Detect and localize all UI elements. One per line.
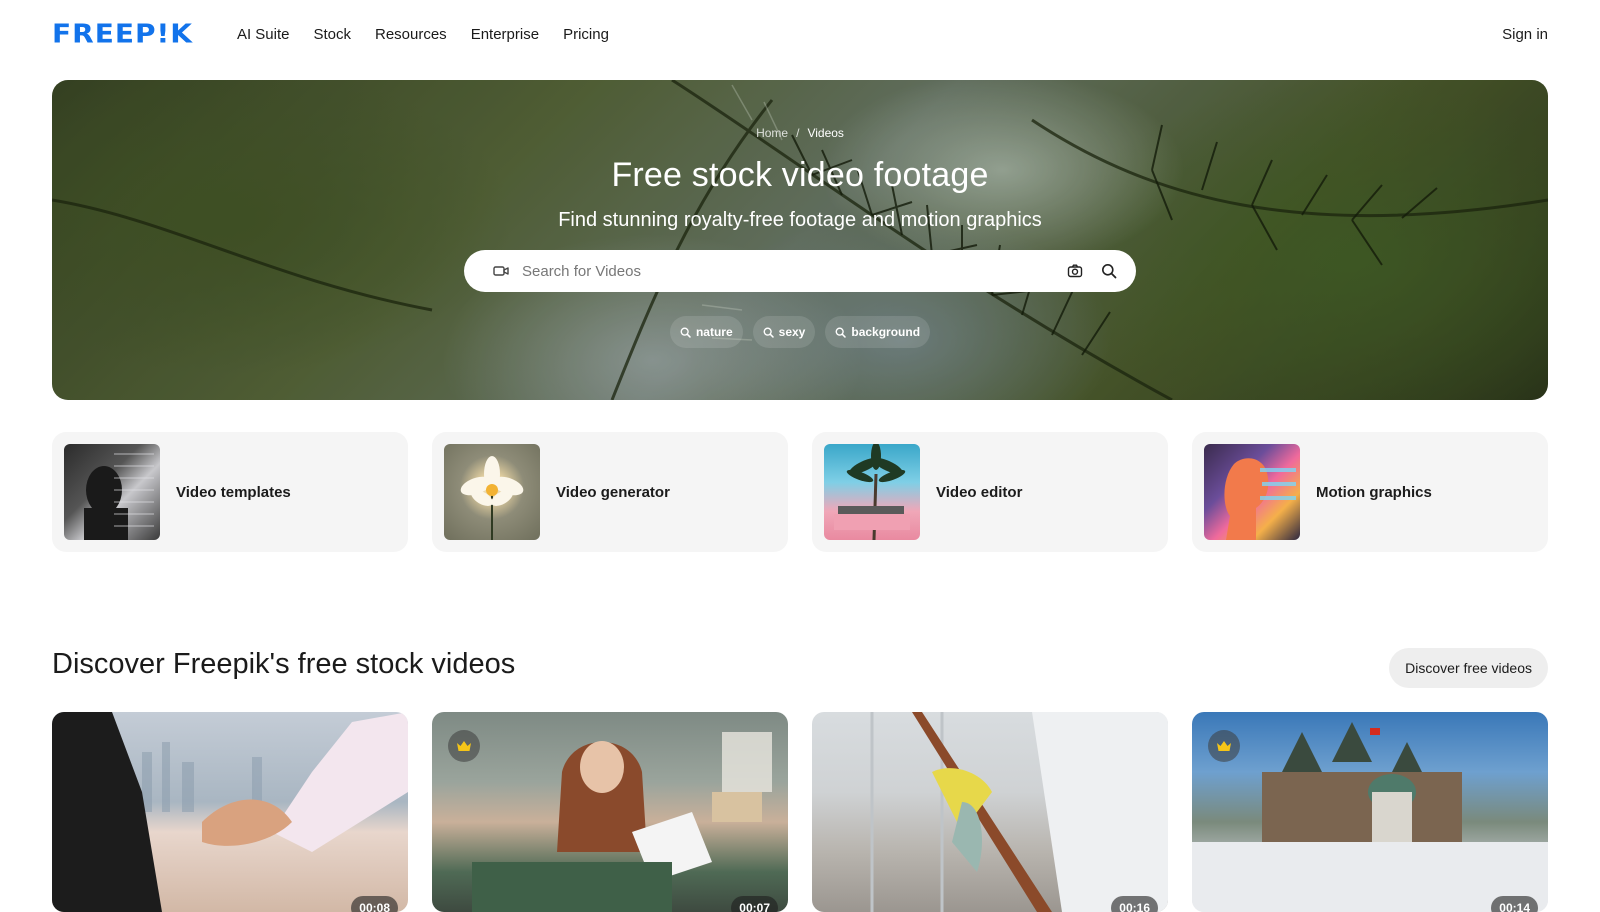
tag-background[interactable]: background <box>825 316 931 348</box>
video-card[interactable]: 00:14 <box>1192 712 1548 912</box>
tag-nature[interactable]: nature <box>669 316 743 348</box>
tag-label: sexy <box>778 325 806 339</box>
tool-card-video-generator[interactable]: Video generator <box>432 432 788 552</box>
search-icon[interactable] <box>1100 262 1118 280</box>
popular-tags: nature sexy background <box>669 316 931 348</box>
video-thumbnail-chateau <box>1192 722 1548 912</box>
video-tools: Video templates Video generator Video ed… <box>52 432 1548 552</box>
tool-label: Video generator <box>556 483 670 501</box>
video-editor-thumbnail <box>824 444 920 540</box>
tool-label: Video editor <box>936 483 1023 501</box>
discover-free-videos-button[interactable]: Discover free videos <box>1389 648 1548 688</box>
motion-graphics-thumbnail <box>1204 444 1300 540</box>
video-card[interactable]: 00:08 <box>52 712 408 912</box>
page-title: Free stock video footage <box>611 156 989 194</box>
camera-icon[interactable] <box>1066 262 1084 280</box>
video-templates-thumbnail <box>64 444 160 540</box>
crown-icon <box>457 741 471 751</box>
search-icon <box>763 327 774 338</box>
video-grid: 00:08 00:07 00:16 00:14 <box>52 712 1548 912</box>
video-duration: 00:07 <box>731 896 778 912</box>
tool-card-video-templates[interactable]: Video templates <box>52 432 408 552</box>
video-duration: 00:08 <box>351 896 398 912</box>
video-thumbnail-office <box>472 732 772 912</box>
search-icon <box>680 327 691 338</box>
video-thumbnail-cleaning <box>870 712 1168 912</box>
breadcrumb-home[interactable]: Home <box>756 126 788 140</box>
section-title: Discover Freepik's free stock videos <box>52 648 516 680</box>
video-card[interactable]: 00:16 <box>812 712 1168 912</box>
nav-item-pricing[interactable]: Pricing <box>563 26 609 43</box>
tag-label: background <box>851 325 921 339</box>
video-thumbnail-handshake <box>52 712 408 912</box>
premium-badge <box>448 730 480 762</box>
tool-label: Video templates <box>176 483 291 501</box>
search-actions <box>1066 262 1118 280</box>
nav-item-ai-suite[interactable]: AI Suite <box>237 26 290 43</box>
freepik-logo[interactable]: FREEP!K <box>52 19 193 49</box>
nav-item-resources[interactable]: Resources <box>375 26 447 43</box>
tag-label: nature <box>695 325 733 339</box>
search-icon <box>835 327 847 338</box>
video-card[interactable]: 00:07 <box>432 712 788 912</box>
video-generator-thumbnail <box>444 444 540 540</box>
page-subtitle: Find stunning royalty-free footage and m… <box>558 209 1042 231</box>
hero-content: Home / Videos Free stock video footage F… <box>52 80 1548 400</box>
nav-item-stock[interactable]: Stock <box>313 26 351 43</box>
breadcrumb: Home / Videos <box>756 126 844 140</box>
tool-card-video-editor[interactable]: Video editor <box>812 432 1168 552</box>
video-duration: 00:16 <box>1111 896 1158 912</box>
logo-wordmark[interactable]: FREEP!K <box>52 20 193 48</box>
search-input[interactable] <box>522 262 1066 280</box>
video-camera-icon[interactable] <box>492 262 510 280</box>
tool-card-motion-graphics[interactable]: Motion graphics <box>1192 432 1548 552</box>
premium-badge <box>1208 730 1240 762</box>
main-nav: AI Suite Stock Resources Enterprise Pric… <box>237 26 609 43</box>
breadcrumb-current: Videos <box>807 126 844 140</box>
nav-item-enterprise[interactable]: Enterprise <box>471 26 539 43</box>
search-bar <box>464 250 1136 292</box>
tool-label: Motion graphics <box>1316 483 1432 501</box>
sign-in-link[interactable]: Sign in <box>1502 26 1548 43</box>
video-duration: 00:14 <box>1491 896 1538 912</box>
breadcrumb-separator: / <box>796 126 800 140</box>
crown-icon <box>1217 741 1231 751</box>
tag-sexy[interactable]: sexy <box>752 316 816 348</box>
hero-banner: Home / Videos Free stock video footage F… <box>52 80 1548 400</box>
top-header: FREEP!K AI Suite Stock Resources Enterpr… <box>0 0 1600 68</box>
